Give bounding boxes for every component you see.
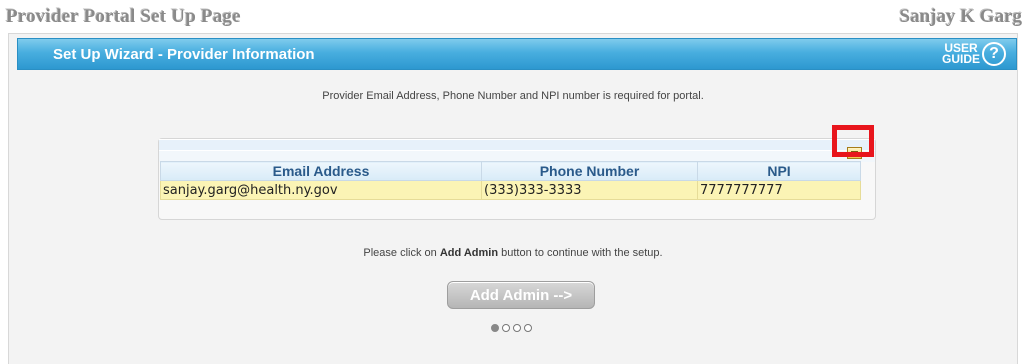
provider-table-container: Email Address Phone Number NPI sanjay.ga…: [158, 125, 876, 220]
column-header-email: Email Address: [160, 161, 482, 181]
step-indicator: [491, 324, 532, 332]
continue-text-before: Please click on: [363, 247, 440, 259]
continue-text-after: button to continue with the setup.: [498, 247, 663, 259]
continue-instructions: Please click on Add Admin button to cont…: [9, 247, 1017, 259]
wizard-title: Set Up Wizard - Provider Information: [53, 46, 315, 63]
add-admin-button[interactable]: Add Admin -->: [447, 281, 595, 309]
user-guide-line2: GUIDE: [941, 52, 980, 66]
help-icon: ?: [982, 42, 1006, 66]
info-text: Provider Email Address, Phone Number and…: [322, 90, 704, 102]
page-title: Provider Portal Set Up Page: [6, 6, 241, 27]
cell-phone: (333)333-3333: [481, 180, 698, 200]
continue-text-bold: Add Admin: [439, 247, 499, 259]
user-guide-label: USER GUIDE: [941, 42, 980, 66]
table-header-row: Email Address Phone Number NPI: [160, 161, 861, 181]
user-name: Sanjay K Garg: [899, 6, 1022, 27]
wizard-panel: Set Up Wizard - Provider Information USE…: [8, 33, 1018, 364]
wizard-header: Set Up Wizard - Provider Information USE…: [17, 38, 1017, 70]
cell-npi: 7777777777: [697, 180, 861, 200]
step-dot-2: [502, 324, 510, 332]
column-header-npi: NPI: [697, 161, 861, 181]
step-dot-3: [513, 324, 521, 332]
user-guide-button[interactable]: USER GUIDE ?: [942, 41, 1006, 67]
column-header-phone: Phone Number: [481, 161, 698, 181]
table-row[interactable]: sanjay.garg@health.ny.gov (333)333-3333 …: [160, 180, 861, 200]
provider-table: Email Address Phone Number NPI sanjay.ga…: [160, 161, 861, 200]
cell-email: sanjay.garg@health.ny.gov: [160, 180, 482, 200]
step-dot-4: [524, 324, 532, 332]
step-dot-1: [491, 324, 499, 332]
highlight-box: [832, 125, 874, 157]
